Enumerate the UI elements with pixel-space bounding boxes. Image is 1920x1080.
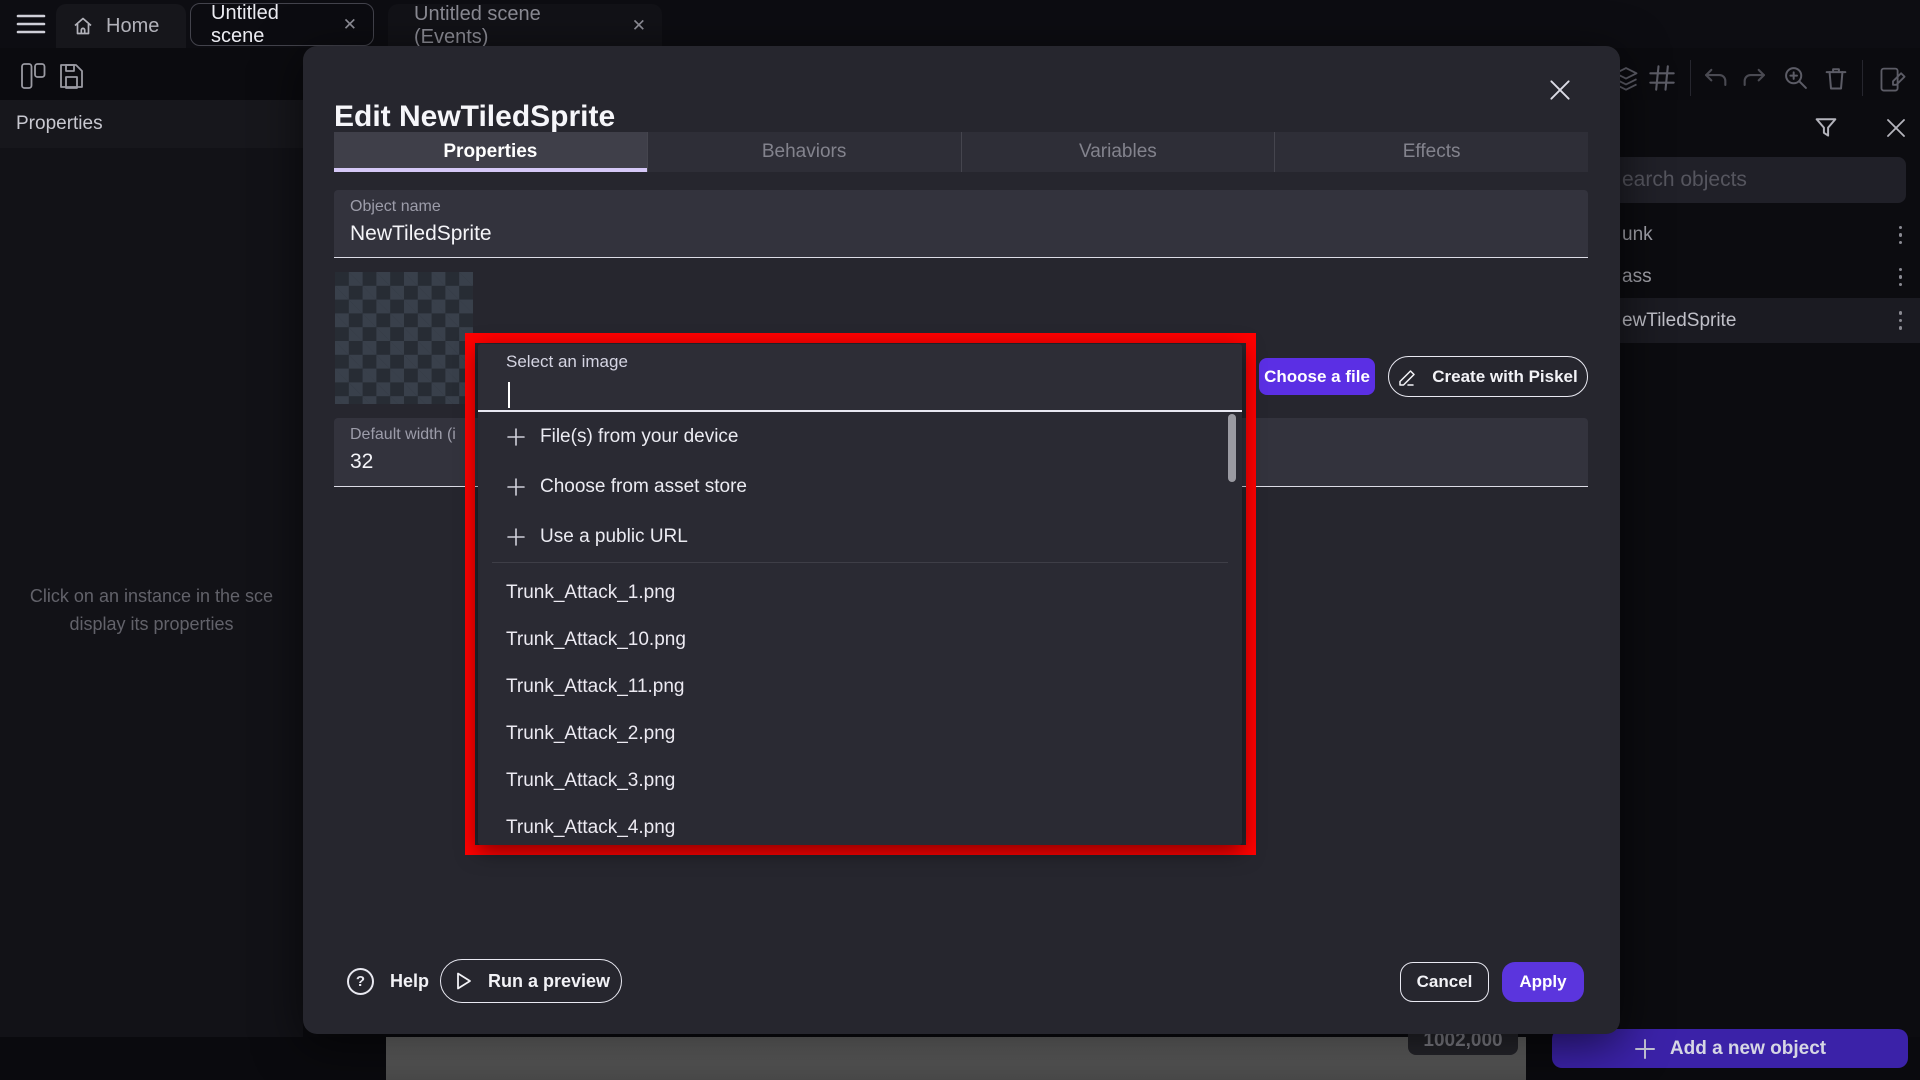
- grid-icon[interactable]: [1648, 64, 1676, 92]
- properties-panel-body: Click on an instance in the sce display …: [0, 148, 303, 1037]
- zoom-in-icon[interactable]: [1782, 64, 1810, 92]
- search-objects-placeholder: earch objects: [1622, 168, 1747, 192]
- tab-events-label: Untitled scene (Events): [414, 3, 616, 49]
- object-name: unk: [1622, 224, 1653, 246]
- file-option[interactable]: Trunk_Attack_1.png: [478, 569, 1242, 616]
- create-with-piskel-label: Create with Piskel: [1432, 367, 1578, 387]
- cancel-button[interactable]: Cancel: [1400, 962, 1489, 1002]
- close-icon[interactable]: [1540, 70, 1580, 110]
- tab-home[interactable]: Home: [56, 4, 186, 48]
- file-option[interactable]: Trunk_Attack_3.png: [478, 757, 1242, 804]
- close-icon[interactable]: ✕: [632, 16, 646, 36]
- help-button[interactable]: ? Help: [347, 968, 429, 995]
- dialog-tab-bar: Properties Behaviors Variables Effects: [334, 132, 1588, 172]
- plus-icon: [506, 527, 526, 547]
- help-label: Help: [390, 971, 429, 992]
- scene-canvas-edge: [386, 1037, 1526, 1080]
- home-icon: [72, 15, 94, 37]
- object-name: ass: [1622, 266, 1652, 288]
- project-manager-icon[interactable]: [20, 62, 46, 90]
- plus-icon: [506, 427, 526, 447]
- run-preview-label: Run a preview: [488, 971, 610, 992]
- question-icon: ?: [347, 968, 374, 995]
- add-new-object-button[interactable]: Add a new object: [1552, 1029, 1908, 1068]
- option-asset-store[interactable]: Choose from asset store: [478, 462, 1242, 512]
- filter-icon[interactable]: [1812, 114, 1840, 142]
- transparent-image-preview: [335, 272, 473, 404]
- dropdown-scrollbar[interactable]: [1228, 414, 1236, 482]
- object-name-field[interactable]: Object name NewTiledSprite: [334, 190, 1588, 258]
- redo-icon[interactable]: [1740, 64, 1768, 92]
- add-new-object-label: Add a new object: [1670, 1038, 1826, 1060]
- close-icon[interactable]: ✕: [343, 15, 357, 35]
- tab-scene-label: Untitled scene: [211, 2, 327, 48]
- undo-icon[interactable]: [1702, 64, 1730, 92]
- tab-properties[interactable]: Properties: [334, 132, 647, 172]
- plus-icon: [1634, 1038, 1656, 1060]
- tab-untitled-scene-events[interactable]: Untitled scene (Events) ✕: [388, 4, 662, 48]
- toolbar-divider: [1690, 60, 1691, 96]
- object-row-newtiledsprite[interactable]: ewTiledSprite: [1590, 298, 1920, 343]
- plus-icon: [506, 477, 526, 497]
- properties-panel-title: Properties: [16, 113, 103, 135]
- edit-object-dialog: Edit NewTiledSprite Properties Behaviors…: [303, 46, 1620, 1034]
- file-option[interactable]: Trunk_Attack_4.png: [478, 804, 1242, 845]
- file-option[interactable]: Trunk_Attack_11.png: [478, 663, 1242, 710]
- choose-a-file-button[interactable]: Choose a file: [1259, 358, 1375, 395]
- properties-panel-header: Properties: [0, 100, 303, 148]
- hamburger-menu-icon[interactable]: [16, 13, 46, 35]
- select-image-dropdown: Select an image File(s) from your device…: [478, 344, 1242, 845]
- file-option[interactable]: Trunk_Attack_2.png: [478, 710, 1242, 757]
- object-name-value: NewTiledSprite: [350, 222, 492, 246]
- object-row-grass[interactable]: ass: [1590, 256, 1920, 298]
- tab-behaviors[interactable]: Behaviors: [647, 132, 961, 172]
- tab-untitled-scene[interactable]: Untitled scene ✕: [190, 3, 374, 46]
- option-public-url[interactable]: Use a public URL: [478, 512, 1242, 562]
- kebab-menu-icon[interactable]: [1899, 268, 1903, 287]
- object-name: ewTiledSprite: [1622, 310, 1736, 332]
- object-name-label: Object name: [350, 198, 441, 216]
- run-preview-button[interactable]: Run a preview: [440, 959, 622, 1003]
- image-option-list: File(s) from your device Choose from ass…: [478, 412, 1242, 845]
- option-files-from-device[interactable]: File(s) from your device: [478, 412, 1242, 462]
- gdevelop-editor: Home Untitled scene ✕ Untitled scene (Ev…: [0, 0, 1920, 1080]
- search-objects-input[interactable]: earch objects: [1590, 157, 1906, 203]
- events-sheet-icon[interactable]: [1878, 64, 1906, 92]
- apply-button[interactable]: Apply: [1502, 962, 1584, 1002]
- save-icon[interactable]: [58, 62, 85, 90]
- select-image-label: Select an image: [506, 352, 628, 372]
- trash-icon[interactable]: [1822, 64, 1850, 92]
- toolbar-divider: [1862, 60, 1863, 96]
- default-width-label: Default width (i: [350, 426, 456, 444]
- text-cursor: [508, 382, 510, 408]
- default-width-value: 32: [350, 450, 373, 474]
- kebab-menu-icon[interactable]: [1899, 311, 1903, 330]
- tab-effects[interactable]: Effects: [1274, 132, 1588, 172]
- object-row-trunk[interactable]: unk: [1590, 214, 1920, 256]
- file-option[interactable]: Trunk_Attack_10.png: [478, 616, 1242, 663]
- tab-variables[interactable]: Variables: [961, 132, 1275, 172]
- create-with-piskel-button[interactable]: Create with Piskel: [1388, 356, 1588, 397]
- kebab-menu-icon[interactable]: [1899, 226, 1903, 245]
- pencil-icon: [1398, 367, 1420, 387]
- play-icon: [452, 970, 474, 992]
- empty-selection-hint-line1: Click on an instance in the sce: [0, 586, 303, 607]
- empty-selection-hint-line2: display its properties: [0, 614, 303, 635]
- dialog-title: Edit NewTiledSprite: [334, 100, 615, 134]
- close-icon[interactable]: [1884, 116, 1908, 140]
- tab-home-label: Home: [106, 15, 159, 38]
